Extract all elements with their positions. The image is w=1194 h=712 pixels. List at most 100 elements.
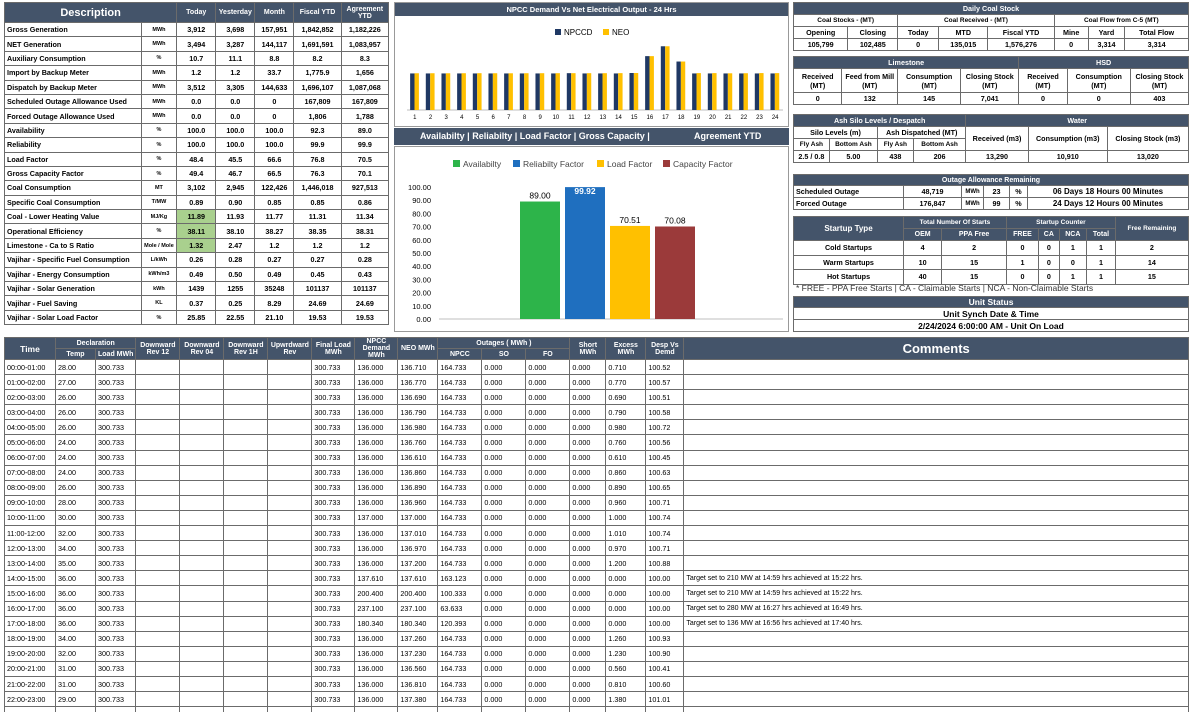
hourly-desp: 100.90 — [645, 645, 685, 662]
hourly-final: 300.733 — [311, 615, 356, 632]
hourly-dr1h — [223, 434, 269, 451]
ash-title: Ash Silo Levels / Despatch — [792, 114, 967, 127]
hourly-so: 0.000 — [481, 389, 527, 406]
data-label: 89.00 — [529, 191, 551, 201]
water-col-closing: Closing Stock (m3) — [1106, 126, 1190, 151]
hourly-excess: 0.760 — [605, 434, 647, 451]
hourly-final: 300.733 — [311, 570, 356, 587]
x-tick-label: 8 — [523, 115, 527, 121]
hourly-npcc: 136.000 — [354, 404, 399, 421]
hourly-dr04 — [179, 494, 225, 511]
hourly-npcc: 136.000 — [354, 389, 399, 406]
row-unit: % — [140, 223, 178, 239]
coal-val: 0 — [897, 38, 940, 51]
hourly-ur — [267, 509, 313, 527]
hourly-out-npcc: 164.733 — [437, 419, 483, 436]
startup-free-header: Free Remaining — [1114, 216, 1190, 241]
chart2-svg: Availabilty Reliabilty Factor Load Factor C… — [408, 159, 783, 324]
bar-neo — [633, 73, 639, 110]
row-value: 19.53 — [293, 309, 342, 326]
startup-type-header: Startup Type — [793, 216, 904, 241]
hourly-ur — [267, 660, 313, 677]
hourly-time: 14:00-15:00 — [4, 570, 56, 587]
hourly-dr12 — [135, 404, 181, 421]
hourly-fo: 0.000 — [525, 479, 571, 496]
row-unit: MT — [140, 180, 178, 196]
x-tick-label: 15 — [631, 115, 638, 121]
hourly-out-npcc: 164.733 — [437, 494, 483, 511]
hourly-dr12 — [135, 449, 181, 466]
bar-availabilty — [520, 201, 560, 319]
hourly-so: 0.000 — [481, 570, 527, 587]
hourly-npcc: 136.000 — [354, 675, 399, 693]
row-value: 99.9 — [340, 137, 390, 153]
startup-val: 15 — [941, 254, 1007, 270]
hourly-short: 0.000 — [569, 555, 607, 572]
hourly-fo: 0.000 — [525, 570, 571, 587]
description-row: Gross Capacity Factor% 49.4 46.7 66.5 76.3 70… — [4, 165, 390, 182]
hourly-dr1h — [223, 675, 269, 693]
coal-val: 3,314 — [1087, 38, 1126, 51]
hourly-excess: 1.260 — [605, 630, 647, 647]
hourly-comment — [683, 555, 1189, 572]
bar-neo — [618, 73, 623, 110]
hourly-excess: 0.000 — [605, 600, 647, 617]
row-value: 0.45 — [293, 266, 342, 283]
hourly-dr04 — [179, 645, 225, 662]
startup-table: Startup Type Total Number Of Starts Star… — [793, 216, 1190, 285]
row-value: 76.3 — [293, 165, 342, 182]
description-row: Import by Backup Meter MWh 1.2 1.2 33.7 1,775… — [4, 65, 390, 81]
hourly-time: 10:00-11:00 — [4, 509, 56, 527]
y-tick-label: 0.00 — [416, 315, 431, 324]
outage-title: Outage Allowance Remaining — [793, 174, 1189, 186]
hourly-neo: 136.760 — [397, 434, 439, 451]
x-tick-label: 6 — [491, 115, 495, 121]
hourly-final: 300.733 — [311, 691, 356, 708]
hourly-out-npcc: 164.733 — [437, 464, 483, 481]
description-row: Limestone - Ca to S Ratio Mole / Mole 1.32… — [4, 237, 390, 254]
row-value: 1,087,068 — [340, 79, 390, 95]
legend-label-npccd: NPCCD — [564, 28, 593, 37]
row-label: NET Generation — [4, 36, 142, 52]
row-value: 35248 — [254, 281, 295, 297]
row-value: 0.25 — [215, 295, 256, 311]
bar-npccd — [692, 73, 697, 110]
hourly-final: 300.733 — [311, 600, 356, 617]
coal-group-received: Coal Received - (MT) — [897, 14, 1055, 27]
hourly-col-short: Short MWh — [569, 337, 607, 360]
hourly-load: 300.733 — [94, 570, 137, 587]
outage-row: Forced Outage 176,847 MWh 99% 24 Days 12 Hou… — [793, 197, 1189, 210]
hourly-ur — [267, 419, 313, 436]
hourly-npcc: 136.000 — [354, 494, 399, 511]
row-unit: MWh — [140, 65, 178, 81]
limestone-col: Received (MT) — [792, 68, 843, 93]
hourly-load: 300.733 — [94, 555, 137, 572]
col-today: Today — [176, 2, 217, 23]
hourly-final: 300.733 — [311, 630, 356, 647]
row-label: Gross Generation — [4, 21, 142, 38]
startup-val: 0 — [1038, 240, 1060, 256]
hourly-so: 0.000 — [481, 525, 527, 542]
row-unit: MJ/Kg — [140, 209, 178, 225]
row-value: 22.55 — [215, 309, 256, 326]
limestone-col: Closing Stock (MT) — [960, 68, 1020, 93]
bar-neo — [508, 73, 513, 110]
x-tick-label: 14 — [615, 115, 622, 121]
row-value: 167,809 — [340, 93, 390, 110]
x-tick-label: 20 — [709, 115, 716, 121]
bar-npccd — [504, 73, 509, 110]
description-row: Specific Coal Consumption T/MW 0.89 0.90 0.8… — [4, 194, 390, 211]
row-value: 927,513 — [340, 180, 390, 196]
hourly-dr1h — [223, 419, 269, 436]
row-value: 100.0 — [254, 137, 295, 153]
hourly-desp: 100.88 — [645, 555, 685, 572]
y-tick-label: 40.00 — [412, 262, 431, 271]
row-value: 0.0 — [215, 93, 256, 110]
row-value: 8.8 — [254, 50, 295, 67]
hourly-neo: 237.100 — [397, 600, 439, 617]
hourly-fo: 0.000 — [525, 540, 571, 557]
hourly-dr04 — [179, 706, 225, 712]
unit-synch-label: Unit Synch Date & Time — [793, 307, 1189, 320]
hourly-final: 300.733 — [311, 509, 356, 527]
hourly-excess: 0.890 — [605, 479, 647, 496]
